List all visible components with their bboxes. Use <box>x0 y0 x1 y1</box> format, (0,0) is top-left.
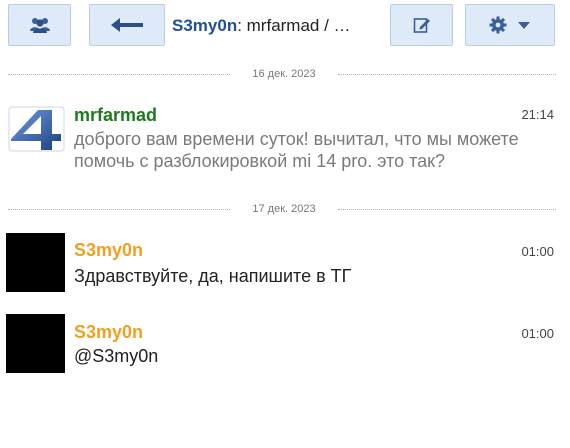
toolbar: S3my0n: mrfarmad / … <box>0 0 570 52</box>
gear-icon <box>489 16 507 34</box>
back-arrow-icon <box>111 18 143 32</box>
title-nick: S3my0n <box>172 16 238 35</box>
users-button[interactable] <box>8 4 71 46</box>
date-separator: 16 дек. 2023 <box>8 67 556 81</box>
message-item: S3my0n 01:00 @S3my0n <box>0 314 570 376</box>
message-text: @S3my0n <box>74 346 159 366</box>
title-rest: : mrfarmad / … <box>237 16 351 35</box>
message-item: mrfarmad 21:14 доброго вам времени суток… <box>0 104 570 184</box>
message-time: 01:00 <box>521 326 554 341</box>
avatar[interactable] <box>8 106 65 152</box>
message-author[interactable]: mrfarmad <box>74 104 157 126</box>
message-author[interactable]: S3my0n <box>74 239 143 261</box>
edit-icon <box>413 18 430 33</box>
back-button[interactable] <box>89 4 165 46</box>
edit-button[interactable] <box>390 4 453 46</box>
avatar-logo <box>8 106 65 152</box>
message-item: S3my0n 01:00 Здравствуйте, да, напишите … <box>0 233 570 295</box>
avatar[interactable] <box>6 314 65 373</box>
message-text: доброго вам времени суток! вычитал, что … <box>74 129 519 171</box>
settings-button[interactable] <box>465 4 555 46</box>
message-text: Здравствуйте, да, напишите в ТГ <box>74 266 352 286</box>
avatar[interactable] <box>6 233 65 292</box>
message-time: 01:00 <box>521 244 554 259</box>
date-label: 16 дек. 2023 <box>252 68 316 80</box>
caret-down-icon <box>518 22 530 29</box>
message-time: 21:14 <box>521 107 554 122</box>
date-label: 17 дек. 2023 <box>252 203 316 215</box>
message-author[interactable]: S3my0n <box>74 321 143 343</box>
users-icon <box>29 18 50 33</box>
conversation-title: S3my0n: mrfarmad / … <box>172 14 382 38</box>
date-separator: 17 дек. 2023 <box>8 202 556 216</box>
